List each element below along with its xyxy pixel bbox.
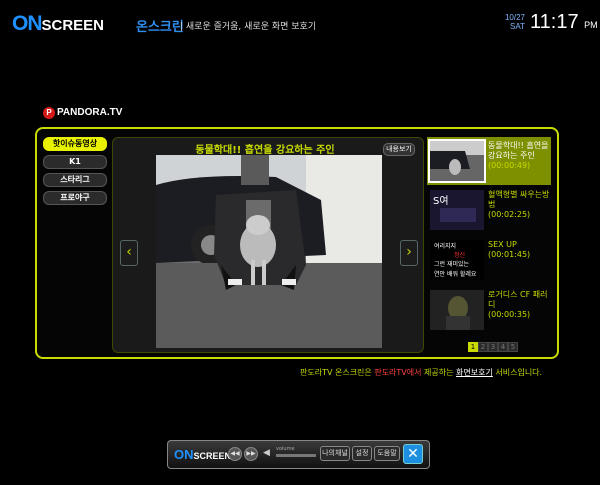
thumb-3-line-1: 여리지지 [434,242,456,250]
video-item-4-duration: (00:00:35) [488,310,531,319]
notice-link-pandora[interactable]: 판도라TV에서 [374,368,421,377]
video-item-3-duration: (00:01:45) [488,250,531,259]
onscreen-logo: ONSCREEN [12,12,104,36]
toolbar-logo: ONSCREEN [174,446,231,464]
video-item-3-title: SEX UP [488,240,517,249]
page-4[interactable]: 4 [498,342,508,352]
logo-on: ON [12,12,42,35]
video-item-4-title: 로거디스 CF 패러디 [488,290,548,309]
video-item-2-duration: (00:02:25) [488,210,531,219]
notice-part-3: 제공하는 [421,368,457,377]
video-item-1[interactable]: 동물학대!! 흡연을 강요하는 주인 (00:00:49) [488,141,554,171]
notice-part-1: 판도라TV 온스크린은 [300,368,375,377]
video-frame[interactable] [156,155,382,348]
speaker-icon[interactable]: ◀ [263,448,270,458]
video-item-3[interactable]: SEX UP (00:01:45) [488,240,554,260]
page-5[interactable]: 5 [508,342,518,352]
clock: 11:17 PM [530,11,598,34]
my-channel-button[interactable]: 나의채널 [320,446,350,461]
help-button[interactable]: 도움말 [374,446,400,461]
logo-screen: SCREEN [41,17,105,34]
pandora-logo: P PANDORA.TV [43,107,122,119]
video-item-2[interactable]: 혈액형별 싸우는방법 (00:02:25) [488,190,554,220]
service-notice: 판도라TV 온스크린은 판도라TV에서 제공하는 화면보호기 서비스입니다. [300,367,542,378]
close-icon[interactable]: ✕ [403,444,423,464]
thumb-3[interactable]: 여리지지 정신 그런 재미있는 연안 배워 할레요 [430,240,484,280]
thumb-4[interactable] [430,290,484,330]
thumb-1[interactable] [428,139,486,183]
category-baseball[interactable]: 프로야구 [43,191,107,205]
rewind-icon[interactable]: ◀◀ [228,447,242,461]
video-item-4[interactable]: 로거디스 CF 패러디 (00:00:35) [488,290,554,320]
thumb-3-line-2: 정신 [454,251,465,259]
forward-icon[interactable]: ▶▶ [244,447,258,461]
detail-button[interactable]: 내용보기 [383,143,415,156]
page-1[interactable]: 1 [468,342,478,352]
volume-label: volume [276,446,295,452]
video-item-1-duration: (00:00:49) [488,161,531,170]
settings-button[interactable]: 설정 [352,446,372,461]
brand-name: 온스크린 [136,20,184,35]
notice-part-5: 서비스입니다. [492,368,543,377]
date: 10/27 SAT [497,13,525,31]
notice-link-screensaver[interactable]: 화면보호기 [456,368,493,377]
category-hot-issue[interactable]: 핫이슈동영상 [43,137,107,151]
clock-ampm: PM [584,20,598,30]
date-weekday: SAT [510,22,525,31]
thumb-2-label: S여 [433,195,449,207]
toolbar-logo-screen: SCREEN [193,451,232,461]
video-image [156,155,382,348]
page-3[interactable]: 3 [488,342,498,352]
pandora-name: PANDORA.TV [57,107,123,118]
thumb-3-line-4: 연안 배워 할레요 [434,270,477,278]
date-month-day: 10/27 [504,13,525,22]
page-2[interactable]: 2 [478,342,488,352]
pandora-badge-icon: P [43,107,55,119]
slogan: | 새로운 즐거움, 새로운 화면 보호기 [180,22,317,32]
toolbar-logo-on: ON [174,447,194,462]
category-k1[interactable]: K1 [43,155,107,169]
thumb-3-line-3: 그런 재미있는 [434,260,470,268]
video-title: 동물학대!! 흡연을 강요하는 주인 [195,145,335,156]
category-starleague[interactable]: 스타리그 [43,173,107,187]
clock-time: 11:17 [530,11,579,33]
volume-slider[interactable] [276,454,316,457]
video-item-1-title: 동물학대!! 흡연을 강요하는 주인 [488,141,549,160]
video-item-2-title: 혈액형별 싸우는방법 [488,190,550,209]
prev-video-button[interactable]: ‹ [120,240,138,266]
thumb-2[interactable]: S여 [430,190,484,230]
next-video-button[interactable]: › [400,240,418,266]
